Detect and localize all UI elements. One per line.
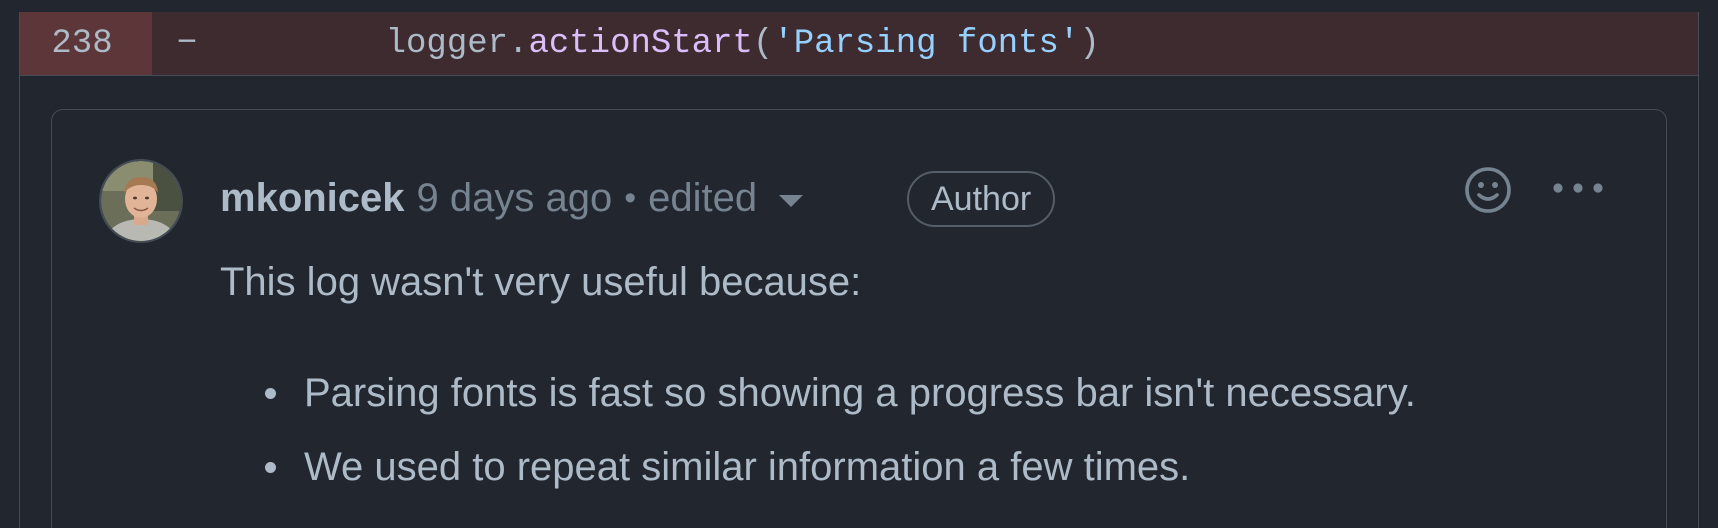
diff-left-border [19,12,20,528]
code-string: 'Parsing fonts' [773,24,1080,63]
code-close-paren: ) [1079,24,1100,63]
diff-right-border [1698,12,1699,528]
avatar-image [101,161,181,241]
author-link[interactable]: mkonicek [220,176,405,221]
kebab-horizontal-icon [1553,183,1603,193]
code-object: logger. [385,24,529,63]
add-reaction-button[interactable] [1462,164,1514,216]
list-item: We used to repeat similar information a … [220,442,1416,516]
author-badge: Author [907,171,1056,227]
diff-deleted-line: 238 − logger.actionStart('Parsing fonts'… [20,12,1698,76]
top-strip [0,0,1718,12]
edited-label[interactable]: edited [648,176,757,221]
code-line: logger.actionStart('Parsing fonts') [304,25,1100,63]
code-method: actionStart [528,24,753,63]
code-open-paren: ( [752,24,774,63]
line-number[interactable]: 238 [20,12,152,75]
smiley-icon [1465,167,1511,213]
list-item-text: Parsing fonts is fast so showing a progr… [304,371,1416,415]
more-options-button[interactable] [1550,172,1606,208]
list-item: Parsing fonts is fast so showing a progr… [220,368,1416,442]
triangle-down-icon[interactable] [779,195,804,207]
bullet-dot [265,462,276,473]
bullet-dot [265,388,276,399]
diff-deletion-marker: − [176,24,198,63]
list-item-text: We used to repeat similar information a … [304,445,1191,489]
comment-timestamp[interactable]: 9 days ago [417,176,613,221]
avatar[interactable] [99,159,183,243]
header-separator: • [624,178,637,217]
comment-bullet-list: Parsing fonts is fast so showing a progr… [220,368,1416,516]
comment-body-intro: This log wasn't very useful because: [220,260,862,304]
comment-header: mkonicek 9 days ago • edited [220,170,804,226]
